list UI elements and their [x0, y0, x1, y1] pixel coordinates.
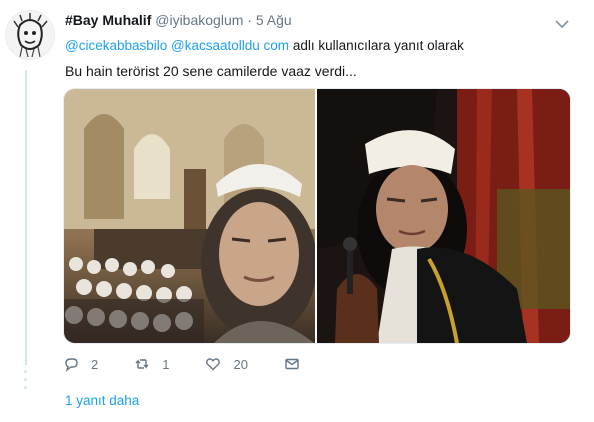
like-count: 20	[233, 356, 248, 372]
photo-mosque-crowd[interactable]	[64, 89, 315, 343]
retweet-count: 1	[162, 356, 170, 372]
like-button[interactable]: 20	[205, 356, 248, 372]
reply-button[interactable]: 2	[63, 356, 98, 372]
header-separator: ·	[247, 12, 252, 28]
photo-preacher-pulpit-art	[317, 89, 570, 343]
reply-mention-2[interactable]: @kacsaatolldu com	[171, 38, 289, 53]
tweet-actions: 2 1 20	[63, 356, 348, 372]
reply-context: @cicekabbasbilo @kacsaatolldu com adlı k…	[65, 38, 464, 53]
photo-mosque-crowd-art	[64, 89, 315, 343]
retweet-icon	[135, 359, 149, 369]
tweet-date[interactable]: 5 Ağu	[256, 12, 292, 28]
author-name[interactable]: #Bay Muhalif	[65, 12, 151, 28]
reply-mention-1[interactable]: @cicekabbasbilo	[65, 38, 167, 53]
tweet-text: Bu hain terörist 20 sene camilerde vaaz …	[65, 63, 357, 79]
thread-line	[25, 70, 27, 365]
reply-suffix: adlı kullanıcılara yanıt olarak	[292, 38, 464, 53]
thread-dots	[24, 370, 27, 389]
like-icon	[206, 358, 221, 371]
dm-button[interactable]	[284, 356, 312, 372]
reply-icon	[65, 358, 78, 372]
author-handle[interactable]: @iyibakoglum	[155, 12, 243, 28]
tweet-header: #Bay Muhalif @iyibakoglum · 5 Ağu	[65, 12, 292, 28]
reply-count: 2	[91, 356, 99, 372]
dm-icon	[285, 358, 299, 370]
avatar[interactable]	[5, 10, 55, 60]
show-more-replies-link[interactable]: 1 yanıt daha	[65, 393, 139, 408]
avatar-sketch	[6, 11, 54, 59]
retweet-button[interactable]: 1	[134, 356, 169, 372]
tweet-media[interactable]	[63, 88, 571, 344]
photo-preacher-pulpit[interactable]	[317, 89, 570, 343]
chevron-down-icon[interactable]	[555, 16, 569, 34]
